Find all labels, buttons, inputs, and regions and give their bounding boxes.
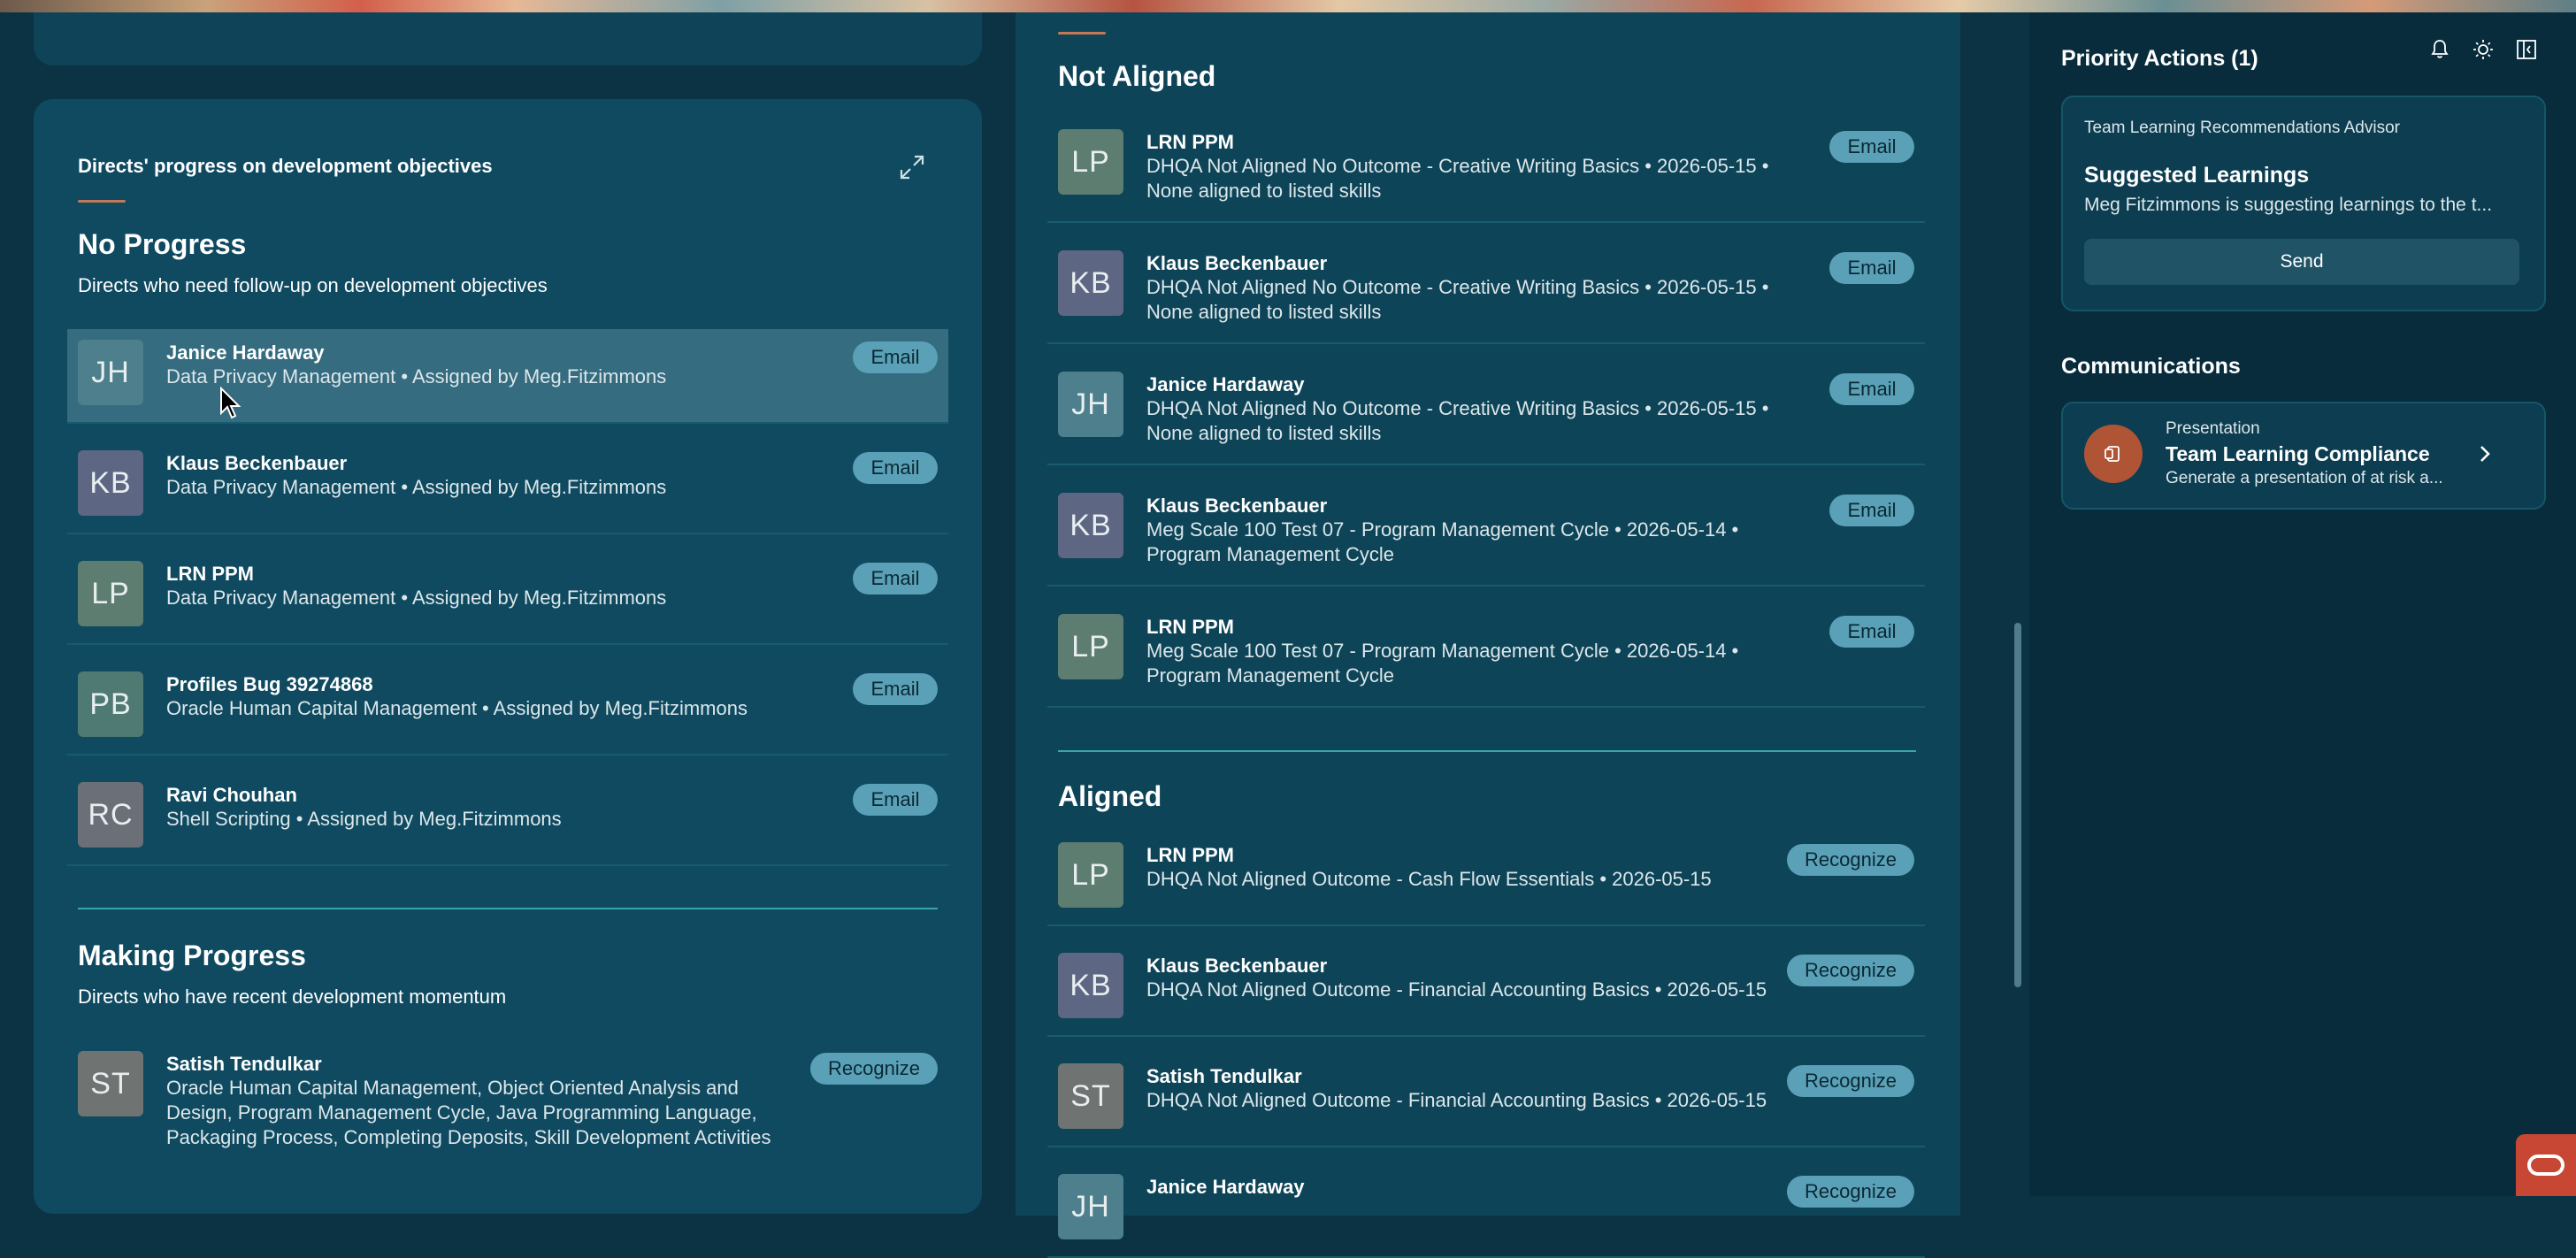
- expand-icon[interactable]: [899, 154, 925, 180]
- person-detail: DHQA Not Aligned Outcome - Financial Acc…: [1146, 978, 1767, 1001]
- email-button[interactable]: Email: [1829, 495, 1914, 526]
- avatar: LP: [78, 561, 143, 626]
- email-button[interactable]: Email: [853, 784, 938, 816]
- avatar: KB: [1058, 250, 1123, 316]
- person-name: Klaus Beckenbauer: [166, 452, 348, 474]
- making-progress-title: Making Progress: [78, 940, 306, 971]
- email-button[interactable]: Email: [1829, 616, 1914, 648]
- avatar: KB: [1058, 493, 1123, 558]
- person-name: Janice Hardaway: [166, 341, 325, 364]
- header-accent-bar: [78, 200, 126, 203]
- person-name: Klaus Beckenbauer: [1146, 495, 1328, 517]
- bell-icon[interactable]: [2427, 37, 2452, 62]
- person-name: LRN PPM: [166, 563, 254, 585]
- email-button[interactable]: Email: [1829, 373, 1914, 405]
- avatar: LP: [1058, 129, 1123, 195]
- person-detail: Shell Scripting • Assigned by Meg.Fitzim…: [166, 808, 562, 830]
- recognize-button[interactable]: Recognize: [1787, 1065, 1914, 1097]
- person-detail: Data Privacy Management • Assigned by Me…: [166, 587, 667, 609]
- avatar: JH: [78, 340, 143, 405]
- avatar: ST: [78, 1051, 143, 1116]
- person-detail: Oracle Human Capital Management, Object …: [166, 1077, 771, 1148]
- no-progress-title: No Progress: [78, 228, 247, 260]
- send-button[interactable]: Send: [2084, 239, 2519, 285]
- person-detail: Meg Scale 100 Test 07 - Program Manageme…: [1146, 518, 1739, 565]
- avatar: KB: [1058, 953, 1123, 1018]
- advisor-text: Meg Fitzimmons is suggesting learnings t…: [2084, 195, 2493, 215]
- person-detail: Data Privacy Management • Assigned by Me…: [166, 476, 667, 498]
- oracle-logo-icon: [2527, 1154, 2564, 1176]
- avatar: LP: [1058, 614, 1123, 679]
- recognize-button[interactable]: Recognize: [1787, 844, 1914, 876]
- priority-actions-title: Priority Actions (1): [2061, 46, 2258, 71]
- person-name: Janice Hardaway: [1146, 1176, 1305, 1198]
- email-button[interactable]: Email: [853, 563, 938, 594]
- no-progress-subtitle: Directs who need follow-up on developmen…: [78, 274, 548, 296]
- person-detail: Data Privacy Management • Assigned by Me…: [166, 365, 667, 387]
- person-name: Ravi Chouhan: [166, 784, 297, 806]
- recognize-button[interactable]: Recognize: [810, 1053, 938, 1085]
- card-header: Directs' progress on development objecti…: [78, 155, 493, 177]
- mouse-cursor-icon: [220, 387, 242, 419]
- sun-icon[interactable]: [2471, 37, 2496, 62]
- comm-type: Presentation: [2166, 419, 2260, 438]
- person-name: Klaus Beckenbauer: [1146, 252, 1328, 274]
- avatar: JH: [1058, 372, 1123, 437]
- avatar: ST: [1058, 1063, 1123, 1129]
- chevron-right-icon[interactable]: [2475, 442, 2495, 465]
- person-detail: Oracle Human Capital Management • Assign…: [166, 697, 748, 719]
- person-name: LRN PPM: [1146, 616, 1234, 638]
- person-detail: DHQA Not Aligned No Outcome - Creative W…: [1146, 276, 1769, 323]
- oracle-logo-button[interactable]: [2516, 1134, 2576, 1196]
- person-detail: DHQA Not Aligned Outcome - Financial Acc…: [1146, 1089, 1767, 1111]
- person-detail: DHQA Not Aligned No Outcome - Creative W…: [1146, 155, 1769, 202]
- person-detail: DHQA Not Aligned No Outcome - Creative W…: [1146, 397, 1769, 444]
- decorative-header-strip: [0, 0, 2576, 12]
- aligned-title: Aligned: [1058, 780, 1162, 812]
- person-name: Janice Hardaway: [1146, 373, 1305, 395]
- email-button[interactable]: Email: [1829, 252, 1914, 284]
- person-name: Satish Tendulkar: [166, 1053, 322, 1075]
- avatar: RC: [78, 782, 143, 848]
- communications-title: Communications: [2061, 354, 2241, 379]
- avatar: JH: [1058, 1174, 1123, 1239]
- avatar: PB: [78, 671, 143, 737]
- avatar: LP: [1058, 842, 1123, 908]
- person-name: LRN PPM: [1146, 844, 1234, 866]
- person-name: Satish Tendulkar: [1146, 1065, 1302, 1087]
- avatar: KB: [78, 450, 143, 516]
- person-detail: Meg Scale 100 Test 07 - Program Manageme…: [1146, 640, 1739, 687]
- scrollbar-thumb[interactable]: [2014, 623, 2021, 987]
- comm-text: Generate a presentation of at risk a...: [2166, 469, 2443, 487]
- presentation-icon: [2084, 425, 2143, 483]
- advisor-title: Suggested Learnings: [2084, 163, 2310, 188]
- email-button[interactable]: Email: [853, 452, 938, 484]
- previous-card-bottom: [34, 12, 982, 65]
- not-aligned-title: Not Aligned: [1058, 60, 1216, 92]
- person-name: Profiles Bug 39274868: [166, 673, 373, 695]
- person-detail: DHQA Not Aligned Outcome - Cash Flow Ess…: [1146, 868, 1712, 890]
- aligned-divider: [1058, 750, 1916, 752]
- mid-accent-bar: [1058, 32, 1106, 35]
- making-progress-subtitle: Directs who have recent development mome…: [78, 986, 507, 1008]
- section-divider: [78, 908, 938, 909]
- email-button[interactable]: Email: [1829, 131, 1914, 163]
- comm-title: Team Learning Compliance: [2166, 442, 2430, 465]
- recognize-button[interactable]: Recognize: [1787, 1176, 1914, 1208]
- person-name: Klaus Beckenbauer: [1146, 955, 1328, 977]
- email-button[interactable]: Email: [853, 673, 938, 705]
- person-name: LRN PPM: [1146, 131, 1234, 153]
- collapse-panel-icon[interactable]: [2514, 37, 2539, 62]
- email-button[interactable]: Email: [853, 341, 938, 373]
- advisor-label: Team Learning Recommendations Advisor: [2084, 119, 2400, 137]
- recognize-button[interactable]: Recognize: [1787, 955, 1914, 986]
